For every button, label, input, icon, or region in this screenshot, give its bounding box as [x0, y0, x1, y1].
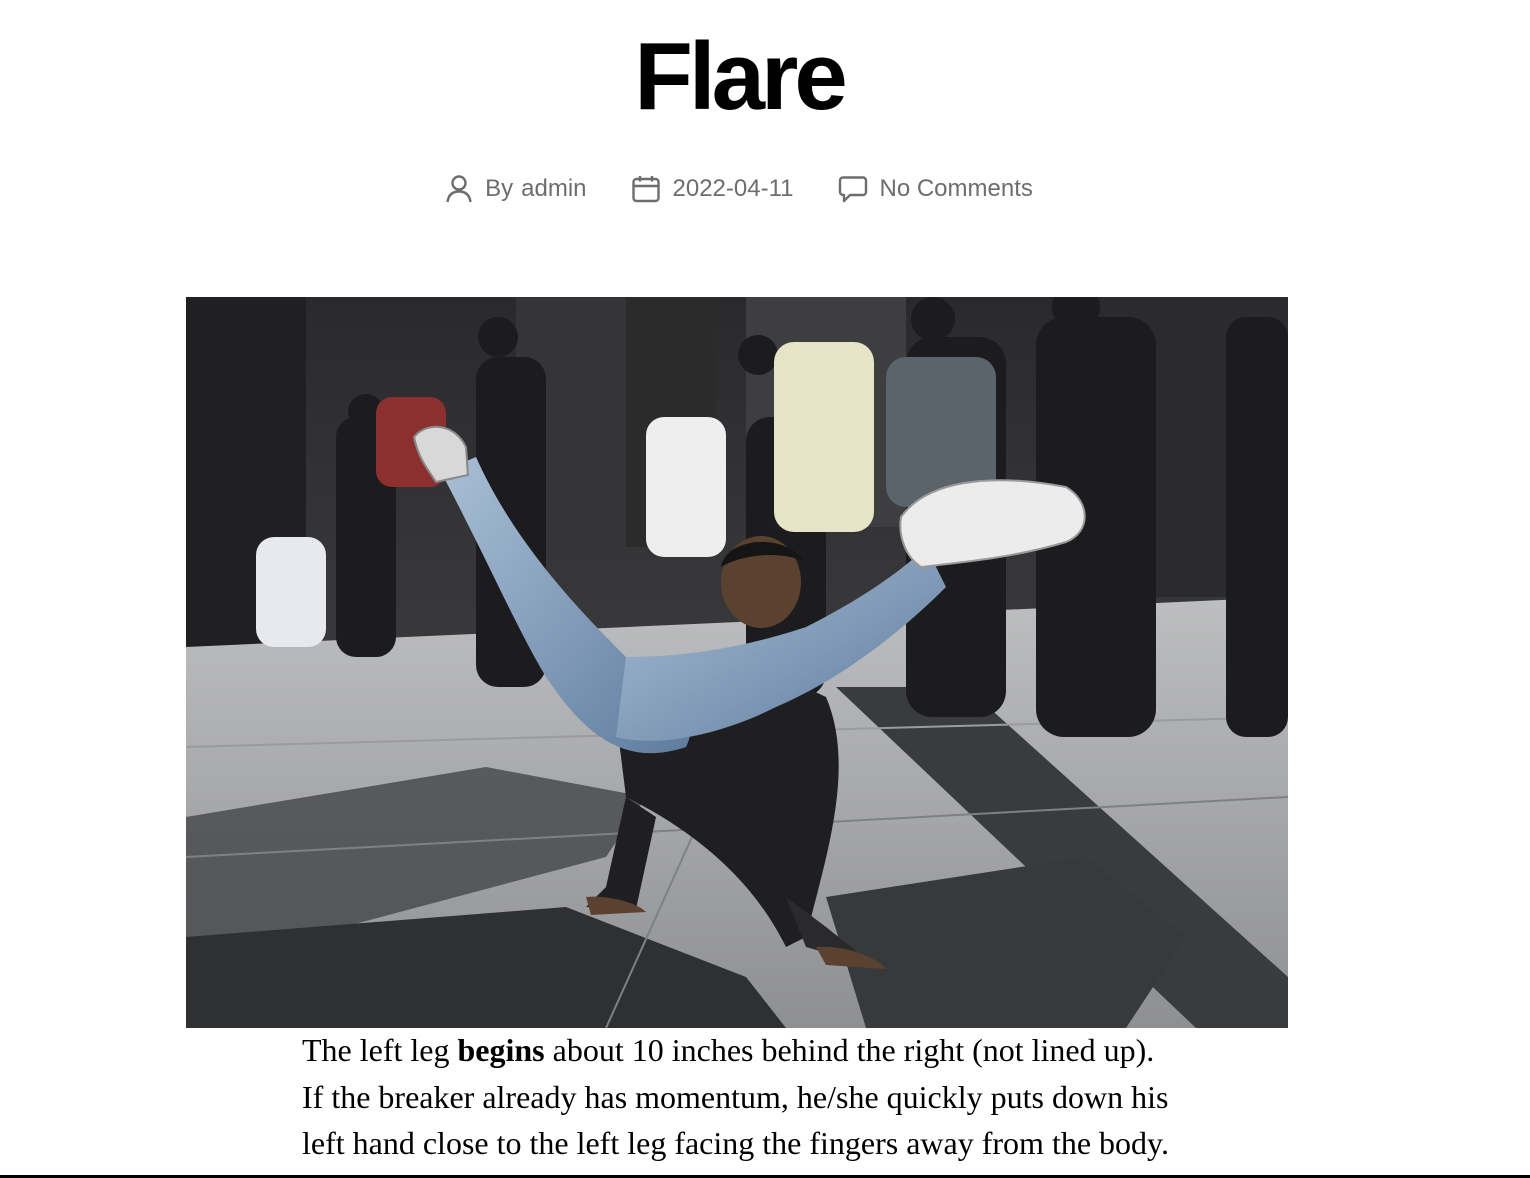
comments-link[interactable]: No Comments	[880, 175, 1033, 203]
breakdance-photo	[186, 297, 1288, 1028]
author-prefix: By	[485, 175, 514, 202]
post-date: 2022-04-11	[631, 168, 794, 210]
content-text-start: The left leg	[302, 1032, 458, 1068]
featured-image	[186, 297, 1288, 1028]
post-content: The left leg begins about 10 inches behi…	[302, 1027, 1182, 1178]
calendar-icon	[631, 176, 660, 203]
post-meta: By admin 2022-04-11 No Comments	[0, 168, 1478, 210]
post-comments: No Comments	[838, 168, 1033, 210]
comment-bubble-icon	[838, 176, 867, 203]
date-link[interactable]: 2022-04-11	[673, 175, 794, 203]
content-bold-word: begins	[457, 1032, 545, 1068]
author-link[interactable]: admin	[521, 175, 586, 203]
post-title: Flare	[634, 23, 847, 130]
post-author: By admin	[445, 168, 587, 210]
person-icon	[446, 175, 472, 203]
